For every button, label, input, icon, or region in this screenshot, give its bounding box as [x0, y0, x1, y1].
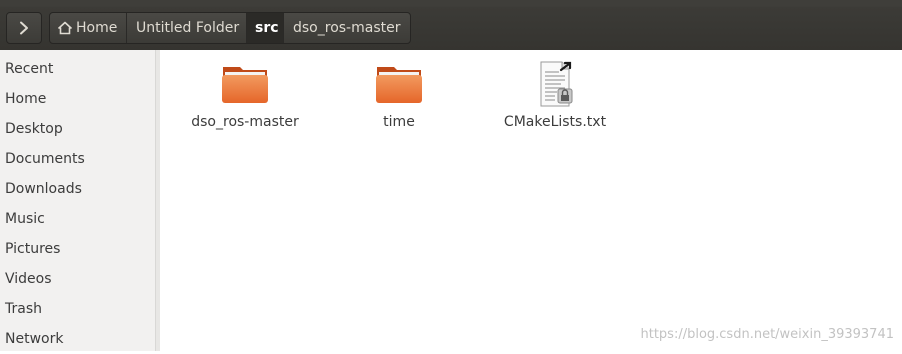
breadcrumb-untitled-folder-label: Untitled Folder	[136, 20, 240, 36]
file-item-time[interactable]: time	[324, 60, 474, 140]
sidebar-item-trash[interactable]: Trash	[0, 294, 155, 324]
watermark: https://blog.csdn.net/weixin_39393741	[640, 327, 894, 342]
sidebar-item-pictures[interactable]: Pictures	[0, 234, 155, 264]
sidebar-item-network[interactable]: Network	[0, 324, 155, 354]
file-name: CMakeLists.txt	[503, 114, 607, 130]
breadcrumb-home-label: Home	[76, 20, 118, 36]
file-item-cmakelists[interactable]: CMakeLists.txt	[480, 60, 630, 140]
sidebar-item-home[interactable]: Home	[0, 84, 155, 114]
breadcrumb: Home Untitled Folder src dso_ros-master	[49, 12, 411, 44]
breadcrumb-dso-ros-master[interactable]: dso_ros-master	[284, 13, 410, 43]
menu-bar	[0, 0, 902, 6]
folder-icon	[222, 67, 268, 103]
breadcrumb-dso-ros-master-label: dso_ros-master	[293, 20, 401, 36]
breadcrumb-home[interactable]: Home	[50, 13, 127, 43]
sidebar-item-videos[interactable]: Videos	[0, 264, 155, 294]
folder-icon	[376, 67, 422, 103]
breadcrumb-src-label: src	[255, 20, 279, 36]
text-file-locked-icon	[540, 61, 573, 107]
sidebar-item-desktop[interactable]: Desktop	[0, 114, 155, 144]
forward-button[interactable]	[6, 12, 42, 44]
breadcrumb-untitled-folder[interactable]: Untitled Folder	[127, 13, 247, 43]
file-view: dso_ros-master time CMakeLists.txt	[160, 50, 902, 351]
file-name: dso_ros-master	[191, 114, 299, 130]
sidebar-item-recent[interactable]: Recent	[0, 54, 155, 84]
sidebar-item-documents[interactable]: Documents	[0, 144, 155, 174]
sidebar: Recent Home Desktop Documents Downloads …	[0, 50, 156, 351]
sidebar-item-music[interactable]: Music	[0, 204, 155, 234]
header-toolbar: Home Untitled Folder src dso_ros-master	[0, 0, 902, 50]
file-name: time	[383, 114, 415, 130]
chevron-right-icon	[20, 21, 28, 35]
breadcrumb-src[interactable]: src	[247, 13, 284, 43]
file-item-dso-ros-master[interactable]: dso_ros-master	[170, 60, 320, 140]
sidebar-item-downloads[interactable]: Downloads	[0, 174, 155, 204]
home-icon	[57, 21, 73, 35]
